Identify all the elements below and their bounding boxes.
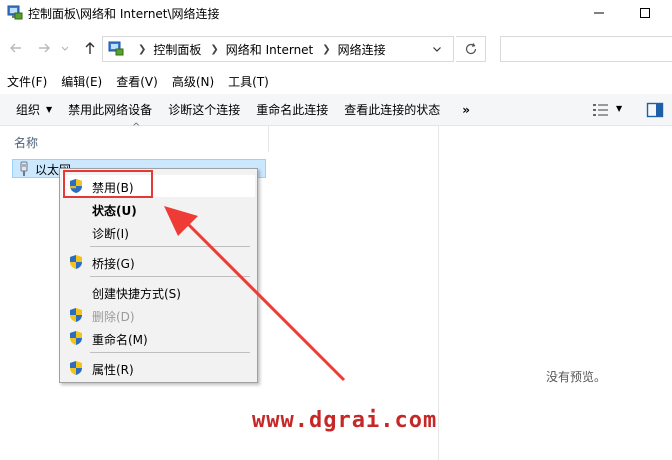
context-menu-rename[interactable]: 重命名(M) xyxy=(62,327,255,349)
menu-bar: 文件(F) 编辑(E) 查看(V) 高级(N) 工具(T) xyxy=(0,70,672,92)
menu-separator xyxy=(90,276,250,277)
diagnose-connection-button[interactable]: 诊断这个连接 xyxy=(160,94,248,126)
rename-connection-button[interactable]: 重命名此连接 xyxy=(248,94,336,126)
recent-locations-button[interactable] xyxy=(58,38,72,58)
refresh-icon xyxy=(465,43,476,55)
minimize-button[interactable] xyxy=(584,2,614,24)
view-options-icon[interactable] xyxy=(592,102,610,118)
context-menu-diagnose[interactable]: 诊断(I) xyxy=(62,221,255,243)
breadcrumb-network-connections[interactable]: 网络连接 xyxy=(338,41,386,58)
disable-device-button[interactable]: 禁用此网络设备 xyxy=(60,94,160,126)
chevron-down-icon xyxy=(61,46,69,51)
navigation-bar: ❯ 控制面板 ❯ 网络和 Internet ❯ 网络连接 xyxy=(0,30,672,66)
preview-pane-icon[interactable] xyxy=(646,102,664,118)
menu-edit[interactable]: 编辑(E) xyxy=(54,73,109,90)
context-menu-create-shortcut[interactable]: 创建快捷方式(S) xyxy=(62,281,255,303)
context-menu-properties[interactable]: 属性(R) xyxy=(62,357,255,379)
arrow-right-icon xyxy=(39,43,50,53)
more-commands-button[interactable]: » xyxy=(454,94,478,126)
context-menu-label: 删除(D) xyxy=(92,310,135,324)
context-menu-label: 重命名(M) xyxy=(92,333,148,347)
breadcrumb: ❯ 控制面板 ❯ 网络和 Internet ❯ 网络连接 xyxy=(129,37,386,61)
context-menu-label: 属性(R) xyxy=(92,363,134,377)
breadcrumb-network-internet[interactable]: 网络和 Internet xyxy=(226,41,313,58)
breadcrumb-separator-icon: ❯ xyxy=(138,43,147,55)
menu-view[interactable]: 查看(V) xyxy=(109,73,165,90)
network-connections-icon xyxy=(7,5,23,20)
shield-icon xyxy=(70,361,82,375)
watermark: www.dgrai.com xyxy=(252,408,438,433)
window-title: 控制面板\网络和 Internet\网络连接 xyxy=(28,7,220,21)
arrow-left-icon xyxy=(10,43,21,53)
context-menu-label: 创建快捷方式(S) xyxy=(92,287,181,301)
context-menu-label: 状态(U) xyxy=(92,204,137,218)
highlight-box xyxy=(63,170,153,198)
sort-ascending-icon: ^ xyxy=(132,122,141,133)
title-bar: 控制面板\网络和 Internet\网络连接 xyxy=(0,0,672,28)
shield-icon xyxy=(70,255,82,269)
breadcrumb-separator-icon: ❯ xyxy=(322,43,331,55)
breadcrumb-separator-icon: ❯ xyxy=(210,43,219,55)
context-menu-label: 诊断(I) xyxy=(92,227,129,241)
column-header-name[interactable]: 名称 xyxy=(14,134,38,151)
context-menu-label: 桥接(G) xyxy=(92,257,135,271)
menu-separator xyxy=(90,352,250,353)
no-preview-text: 没有预览。 xyxy=(546,370,607,384)
up-button[interactable] xyxy=(80,38,100,58)
caret-down-icon[interactable]: ▼ xyxy=(616,104,622,113)
column-divider[interactable] xyxy=(268,126,269,152)
view-status-button[interactable]: 查看此连接的状态 xyxy=(336,94,448,126)
minimize-icon xyxy=(594,12,604,14)
menu-advanced[interactable]: 高级(N) xyxy=(165,73,221,90)
maximize-icon xyxy=(640,8,650,18)
menu-file[interactable]: 文件(F) xyxy=(0,73,54,90)
address-history-button[interactable] xyxy=(429,42,445,56)
preview-pane-divider[interactable] xyxy=(438,126,439,460)
search-input[interactable] xyxy=(500,36,672,62)
menu-tools[interactable]: 工具(T) xyxy=(221,73,276,90)
maximize-button[interactable] xyxy=(630,2,660,24)
organize-button[interactable]: 组织 ▼ xyxy=(8,94,60,126)
shield-icon xyxy=(70,331,82,345)
ethernet-adapter-icon xyxy=(20,161,28,176)
context-menu-delete: 删除(D) xyxy=(62,304,255,326)
organize-label: 组织 xyxy=(16,103,41,117)
chevron-down-icon xyxy=(433,47,441,52)
command-bar: 组织 ▼ 禁用此网络设备 诊断这个连接 重命名此连接 查看此连接的状态 » ▼ xyxy=(0,94,672,126)
back-button[interactable] xyxy=(6,38,26,58)
refresh-button[interactable] xyxy=(456,36,486,62)
context-menu-status[interactable]: 状态(U) xyxy=(62,198,255,220)
network-connections-icon xyxy=(108,41,124,56)
caret-down-icon: ▼ xyxy=(46,105,53,114)
address-bar[interactable]: ❯ 控制面板 ❯ 网络和 Internet ❯ 网络连接 xyxy=(102,36,454,62)
forward-button[interactable] xyxy=(34,38,54,58)
menu-separator xyxy=(90,246,250,247)
arrow-up-icon xyxy=(85,42,95,54)
shield-icon xyxy=(70,308,82,322)
breadcrumb-control-panel[interactable]: 控制面板 xyxy=(153,41,201,58)
context-menu: 禁用(B) 状态(U) 诊断(I) 桥接(G) 创建快捷方式(S) 删除(D) … xyxy=(59,168,258,383)
context-menu-bridge[interactable]: 桥接(G) xyxy=(62,251,255,273)
